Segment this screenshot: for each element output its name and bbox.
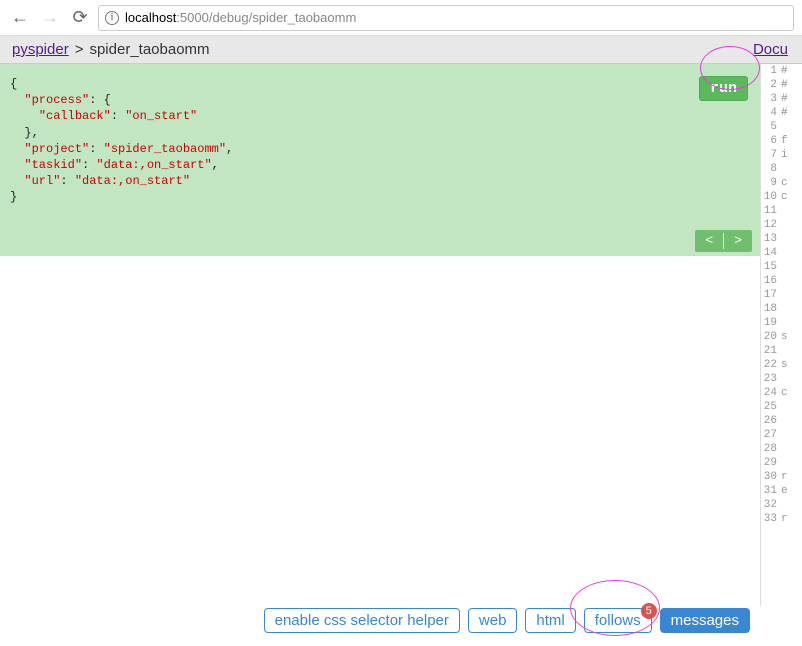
code-line: 14: [761, 246, 802, 260]
code-line: 4#: [761, 106, 802, 120]
code-line: 10c: [761, 190, 802, 204]
code-line: 8: [761, 162, 802, 176]
code-line: 9c: [761, 176, 802, 190]
url-host: localhost:5000/debug/spider_taobaomm: [125, 10, 356, 25]
code-line: 30r: [761, 470, 802, 484]
follows-tab[interactable]: follows 5: [584, 608, 652, 633]
html-tab[interactable]: html: [525, 608, 575, 633]
code-line: 13: [761, 232, 802, 246]
code-line: 3#: [761, 92, 802, 106]
code-line: 21: [761, 344, 802, 358]
code-line: 25: [761, 400, 802, 414]
web-tab[interactable]: web: [468, 608, 518, 633]
code-line: 20s: [761, 330, 802, 344]
breadcrumb-root[interactable]: pyspider: [12, 41, 69, 58]
breadcrumb-current: spider_taobaomm: [89, 41, 209, 58]
browser-toolbar: ← → ⟳ i localhost:5000/debug/spider_taob…: [0, 0, 802, 36]
code-line: 19: [761, 316, 802, 330]
code-line: 6f: [761, 134, 802, 148]
docs-link[interactable]: Docu: [753, 41, 790, 58]
code-line: 27: [761, 428, 802, 442]
task-json[interactable]: { "process": { "callback": "on_start" },…: [0, 64, 760, 256]
follows-label: follows: [595, 612, 641, 629]
breadcrumb: pyspider > spider_taobaomm Docu: [0, 36, 802, 64]
site-info-icon[interactable]: i: [105, 11, 119, 25]
reload-button[interactable]: ⟳: [68, 6, 92, 30]
code-line: 15: [761, 260, 802, 274]
breadcrumb-separator: >: [75, 41, 84, 58]
code-editor-gutter: 1#2#3#4#56f7i89c10c11121314151617181920s…: [760, 64, 802, 606]
code-line: 23: [761, 372, 802, 386]
result-tabs: enable css selector helper web html foll…: [0, 600, 760, 640]
code-line: 28: [761, 442, 802, 456]
task-pager: < >: [695, 230, 752, 252]
code-line: 31e: [761, 484, 802, 498]
code-line: 18: [761, 302, 802, 316]
code-line: 33r: [761, 512, 802, 526]
code-line: 32: [761, 498, 802, 512]
follows-count-badge: 5: [641, 603, 657, 619]
code-line: 22s: [761, 358, 802, 372]
prev-task-button[interactable]: <: [695, 230, 723, 252]
next-task-button[interactable]: >: [724, 230, 752, 252]
forward-button[interactable]: →: [38, 6, 62, 30]
code-line: 17: [761, 288, 802, 302]
code-line: 2#: [761, 78, 802, 92]
back-button[interactable]: ←: [8, 6, 32, 30]
code-line: 5: [761, 120, 802, 134]
messages-tab[interactable]: messages: [660, 608, 750, 633]
code-line: 7i: [761, 148, 802, 162]
run-button[interactable]: run: [699, 76, 748, 101]
code-line: 24c: [761, 386, 802, 400]
url-bar[interactable]: i localhost:5000/debug/spider_taobaomm: [98, 5, 794, 31]
code-line: 26: [761, 414, 802, 428]
code-line: 12: [761, 218, 802, 232]
code-line: 16: [761, 274, 802, 288]
main-content: { "process": { "callback": "on_start" },…: [0, 64, 802, 606]
task-panel: { "process": { "callback": "on_start" },…: [0, 64, 760, 606]
css-selector-helper-button[interactable]: enable css selector helper: [264, 608, 460, 633]
code-line: 1#: [761, 64, 802, 78]
code-line: 29: [761, 456, 802, 470]
code-line: 11: [761, 204, 802, 218]
